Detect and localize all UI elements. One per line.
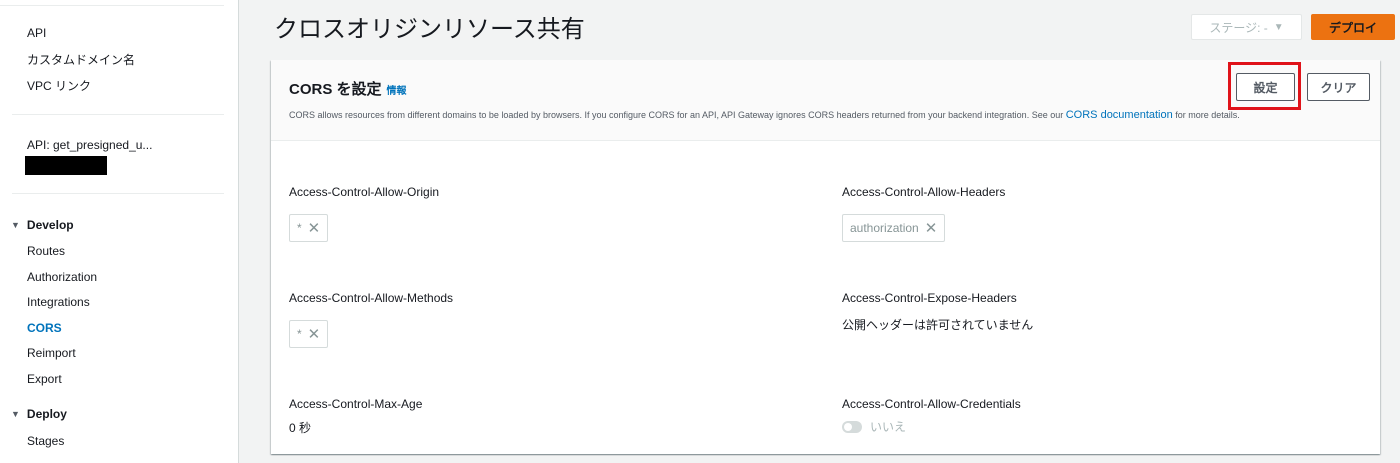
sidebar-item-integrations[interactable]: Integrations	[27, 295, 90, 309]
allow-headers-label: Access-Control-Allow-Headers	[842, 185, 1006, 199]
panel-header: CORS を設定 情報 CORS allows resources from d…	[271, 60, 1380, 141]
panel-description: CORS allows resources from different dom…	[289, 109, 1240, 121]
sidebar-item-cors[interactable]: CORS	[27, 321, 62, 335]
sidebar-section-develop[interactable]: ▼ Develop	[11, 218, 74, 232]
sidebar-item-authorization[interactable]: Authorization	[27, 270, 97, 284]
deploy-button[interactable]: デプロイ	[1311, 14, 1395, 40]
caret-down-icon: ▼	[11, 220, 20, 230]
max-age-label: Access-Control-Max-Age	[289, 397, 423, 411]
page-title: クロスオリジンリソース共有	[274, 16, 585, 43]
panel-title: CORS を設定 情報	[289, 78, 407, 99]
description-text: CORS allows resources from different dom…	[289, 110, 1064, 120]
expose-headers-value: 公開ヘッダーは許可されていません	[842, 318, 1034, 332]
toggle-label: いいえ	[870, 420, 907, 434]
close-icon[interactable]: ✕	[925, 221, 938, 236]
caret-down-icon: ▼	[1273, 21, 1284, 33]
cors-documentation-link[interactable]: CORS documentation	[1066, 109, 1173, 121]
sidebar: API カスタムドメイン名 VPC リンク API: get_presigned…	[0, 0, 239, 463]
token-value: authorization	[850, 221, 919, 235]
panel-title-text: CORS を設定	[289, 81, 382, 98]
toggle-switch[interactable]	[842, 420, 862, 433]
sidebar-item-routes[interactable]: Routes	[27, 244, 65, 258]
cors-panel: CORS を設定 情報 CORS allows resources from d…	[271, 60, 1380, 454]
sidebar-api-name: API: get_presigned_u...	[27, 138, 153, 152]
token-value: *	[297, 327, 302, 341]
configure-button[interactable]: 設定	[1236, 73, 1295, 101]
close-icon[interactable]: ✕	[308, 221, 321, 236]
allow-methods-label: Access-Control-Allow-Methods	[289, 291, 454, 305]
redacted-block	[25, 156, 107, 175]
allow-origin-token[interactable]: * ✕	[289, 214, 329, 242]
allow-origin-label: Access-Control-Allow-Origin	[289, 185, 440, 199]
sidebar-item-custom-domain[interactable]: カスタムドメイン名	[27, 51, 135, 68]
sidebar-section-label: Deploy	[26, 407, 67, 421]
description-text-end: for more details.	[1175, 110, 1240, 120]
sidebar-item-export[interactable]: Export	[27, 372, 62, 386]
close-icon[interactable]: ✕	[308, 327, 321, 342]
expose-headers-label: Access-Control-Expose-Headers	[842, 291, 1017, 305]
sidebar-section-deploy[interactable]: ▼ Deploy	[11, 407, 67, 421]
stage-select-label: ステージ: -	[1209, 20, 1268, 35]
sidebar-divider	[12, 193, 224, 194]
allow-credentials-label: Access-Control-Allow-Credentials	[842, 397, 1021, 411]
stage-select[interactable]: ステージ: - ▼	[1191, 14, 1302, 40]
token-value: *	[297, 221, 302, 235]
max-age-value: 0 秒	[289, 421, 312, 435]
sidebar-item-api[interactable]: API	[27, 26, 46, 40]
allow-methods-token[interactable]: * ✕	[289, 320, 329, 348]
caret-down-icon: ▼	[11, 409, 20, 419]
sidebar-divider	[12, 114, 224, 115]
allow-credentials-toggle[interactable]: いいえ	[842, 418, 906, 435]
info-link[interactable]: 情報	[387, 82, 407, 97]
sidebar-item-stages[interactable]: Stages	[27, 434, 64, 448]
sidebar-divider-top	[0, 5, 224, 6]
clear-button[interactable]: クリア	[1307, 73, 1370, 101]
sidebar-item-vpc-link[interactable]: VPC リンク	[27, 77, 91, 94]
sidebar-section-label: Develop	[26, 218, 74, 232]
allow-headers-token[interactable]: authorization ✕	[842, 214, 946, 242]
sidebar-item-reimport[interactable]: Reimport	[27, 346, 76, 360]
